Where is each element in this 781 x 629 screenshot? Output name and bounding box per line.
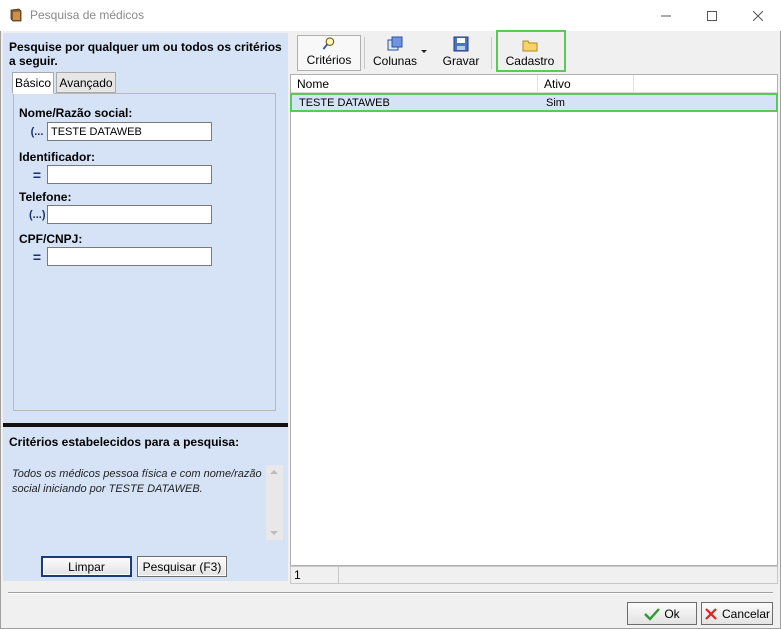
- cell-ativo: Sim: [546, 97, 565, 109]
- results-grid[interactable]: Nome Ativo TESTE DATAWEB Sim: [290, 74, 778, 566]
- operator-equals-icon[interactable]: =: [29, 250, 45, 264]
- operator-starts-with-icon[interactable]: (...: [29, 126, 45, 138]
- search-button[interactable]: Pesquisar (F3): [137, 556, 227, 577]
- toolbar-separator: [364, 37, 365, 69]
- field-label-nome: Nome/Razão social:: [19, 106, 133, 120]
- minimize-icon: [661, 15, 671, 16]
- bottom-divider: [8, 592, 773, 594]
- minimize-button[interactable]: [643, 0, 689, 31]
- cell-nome: TESTE DATAWEB: [299, 97, 390, 109]
- magnifier-icon: [322, 37, 335, 50]
- close-window-button[interactable]: [735, 0, 781, 31]
- operator-equals-icon[interactable]: =: [29, 168, 45, 182]
- toolbar-separator: [491, 37, 492, 69]
- book-icon: [9, 8, 23, 22]
- maximize-button[interactable]: [689, 0, 735, 31]
- title-bar: Pesquisa de médicos: [0, 0, 781, 31]
- panel-splitter[interactable]: [3, 423, 288, 427]
- clear-button[interactable]: Limpar: [41, 556, 132, 577]
- criteria-title: Critérios estabelecidos para a pesquisa:: [9, 435, 240, 449]
- maximize-icon: [707, 10, 717, 21]
- nome-input[interactable]: [47, 122, 212, 141]
- tab-avancado[interactable]: Avançado: [56, 72, 116, 93]
- instructions-text: Pesquise por qualquer um ou todos os cri…: [9, 40, 282, 68]
- register-button[interactable]: Cadastro: [497, 35, 563, 71]
- save-icon: [453, 36, 469, 52]
- status-bar: 1: [290, 566, 778, 584]
- folder-icon: [522, 40, 538, 52]
- columns-icon: [387, 36, 403, 51]
- criteria-button[interactable]: Critérios: [297, 35, 361, 71]
- checkmark-icon: [644, 607, 661, 621]
- grid-header: Nome Ativo: [291, 75, 777, 93]
- table-row[interactable]: TESTE DATAWEB Sim: [291, 95, 777, 112]
- columns-button[interactable]: Colunas: [369, 35, 421, 71]
- register-label: Cadastro: [505, 54, 555, 68]
- column-header-ativo[interactable]: Ativo: [538, 75, 634, 93]
- cpf-cnpj-input[interactable]: [47, 247, 212, 266]
- field-label-identificador: Identificador:: [19, 150, 96, 164]
- column-header-nome[interactable]: Nome: [291, 75, 538, 93]
- ok-button[interactable]: Ok: [627, 602, 697, 625]
- chevron-down-icon[interactable]: [421, 50, 427, 53]
- tab-basico[interactable]: Básico: [12, 72, 54, 94]
- criteria-scrollbar[interactable]: [266, 465, 283, 540]
- field-label-cpf-cnpj: CPF/CNPJ:: [19, 232, 83, 246]
- telefone-input[interactable]: [47, 205, 212, 224]
- save-button[interactable]: Gravar: [436, 35, 486, 71]
- window-title: Pesquisa de médicos: [30, 8, 145, 22]
- toolbar: Critérios Colunas Gravar Cadastro: [291, 33, 777, 73]
- criteria-description-box: Todos os médicos pessoa física e com nom…: [8, 465, 283, 540]
- identificador-input[interactable]: [47, 165, 212, 184]
- basic-fields-panel: Nome/Razão social: (... Identificador: =…: [13, 93, 276, 411]
- cross-icon: [705, 607, 717, 620]
- criteria-description: Todos os médicos pessoa física e com nom…: [12, 468, 262, 495]
- scroll-up-icon[interactable]: [270, 470, 278, 474]
- cancel-button[interactable]: Cancelar: [701, 602, 773, 625]
- operator-contains-icon[interactable]: (...): [29, 209, 46, 221]
- record-count: 1: [291, 567, 339, 583]
- scroll-down-icon[interactable]: [270, 531, 278, 535]
- close-icon: [753, 10, 763, 21]
- criteria-label: Critérios: [306, 53, 352, 67]
- field-label-telefone: Telefone:: [19, 190, 72, 204]
- columns-label: Colunas: [372, 54, 418, 68]
- save-label: Gravar: [442, 54, 480, 68]
- cancel-label: Cancelar: [721, 606, 771, 621]
- search-criteria-panel: Pesquise por qualquer um ou todos os cri…: [3, 33, 288, 581]
- ok-label: Ok: [664, 606, 680, 621]
